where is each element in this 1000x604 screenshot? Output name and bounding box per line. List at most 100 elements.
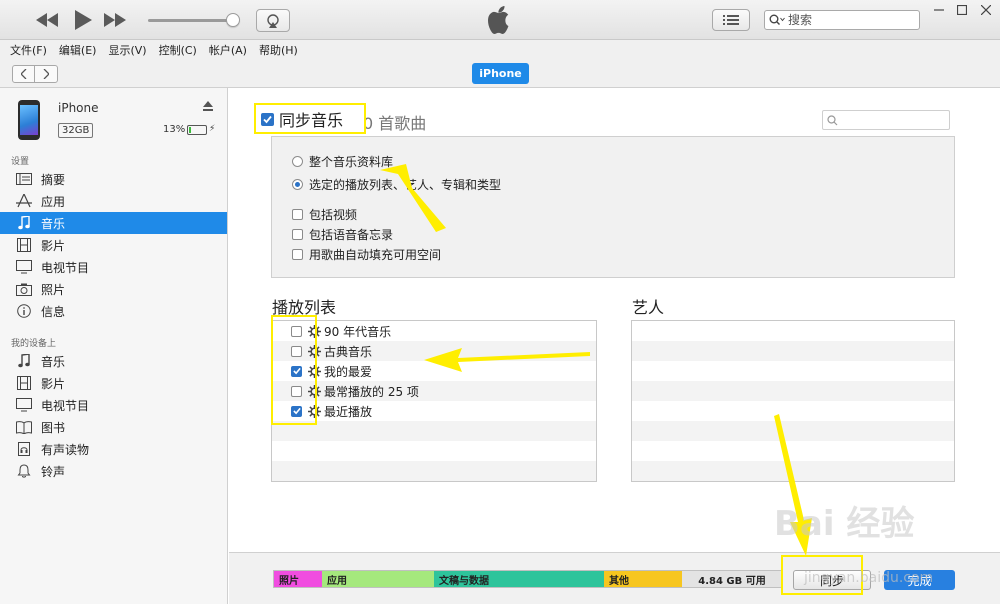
checkbox-icon[interactable] (291, 345, 302, 357)
sidebar-item-device-music[interactable]: 音乐 (0, 350, 227, 372)
sidebar-item-label: 音乐 (41, 216, 66, 231)
fast-forward-button[interactable] (102, 8, 128, 32)
menu-view[interactable]: 显示(V) (108, 42, 146, 58)
playlists-list: 90 年代音乐 古典音乐 我的最爱 最常播放的 25 项 最近播放 (271, 320, 597, 482)
sidebar: iPhone 32GB 13% ⚡ 设置 摘要 应用 音乐 影片 电视节目 照片… (0, 88, 228, 604)
apps-icon (15, 193, 33, 209)
checkbox-checked-icon[interactable] (291, 365, 302, 377)
checkbox-icon[interactable] (291, 325, 302, 337)
autofill-checkbox[interactable]: 用歌曲自动填充可用空间 (292, 246, 441, 263)
minimize-button[interactable] (928, 1, 950, 19)
sidebar-item-music[interactable]: 音乐 (0, 212, 227, 234)
storage-segment-free: 4.84 GB 可用 (682, 571, 782, 587)
playlist-row[interactable]: 古典音乐 (272, 341, 596, 361)
sidebar-item-device-ringtones[interactable]: 铃声 (0, 460, 227, 482)
history-nav (12, 65, 58, 83)
sync-button[interactable]: 同步 (793, 570, 871, 590)
sidebar-item-device-audiobooks[interactable]: 有声读物 (0, 438, 227, 460)
rewind-button[interactable] (34, 8, 60, 32)
empty-row (632, 381, 954, 401)
include-videos-checkbox[interactable]: 包括视频 (292, 206, 357, 223)
radio-entire-library[interactable]: 整个音乐资料库 (292, 153, 393, 170)
search-icon (827, 114, 838, 125)
playlist-label: 最近播放 (324, 404, 373, 419)
done-button[interactable]: 完成 (884, 570, 955, 590)
song-count: 0 首歌曲 (363, 114, 427, 133)
checkbox-icon[interactable] (291, 385, 302, 397)
radio-selected-items[interactable]: 选定的播放列表、艺人、专辑和类型 (292, 176, 501, 193)
back-button[interactable] (13, 66, 36, 82)
search-input[interactable] (788, 13, 908, 27)
volume-slider[interactable] (148, 19, 236, 22)
playlist-row[interactable]: 最常播放的 25 项 (272, 381, 596, 401)
playlist-row[interactable]: 90 年代音乐 (272, 321, 596, 341)
list-icon (723, 15, 739, 25)
close-icon (981, 5, 991, 15)
device-button[interactable]: iPhone (472, 63, 529, 84)
airplay-icon (267, 13, 279, 28)
audiobook-icon (15, 441, 33, 457)
play-button[interactable] (70, 8, 96, 32)
chevron-right-icon (43, 69, 49, 79)
sidebar-item-device-books[interactable]: 图书 (0, 416, 227, 438)
nav-bar: iPhone (0, 60, 1000, 88)
forward-button[interactable] (35, 66, 57, 82)
sidebar-item-label: 铃声 (41, 464, 66, 479)
sidebar-item-apps[interactable]: 应用 (0, 190, 227, 212)
maximize-icon (957, 5, 967, 15)
menu-edit[interactable]: 编辑(E) (59, 42, 97, 58)
bell-icon (15, 463, 33, 479)
sidebar-item-tv[interactable]: 电视节目 (0, 256, 227, 278)
menu-help[interactable]: 帮助(H) (259, 42, 298, 58)
empty-row (632, 341, 954, 361)
tv-icon (15, 259, 33, 275)
sidebar-item-summary[interactable]: 摘要 (0, 168, 227, 190)
playlist-row[interactable]: 我的最爱 (272, 361, 596, 381)
fast-forward-icon (104, 13, 126, 27)
menu-controls[interactable]: 控制(C) (159, 42, 197, 58)
summary-icon (15, 171, 33, 187)
playlist-label: 古典音乐 (324, 344, 373, 359)
playlists-title: 播放列表 (272, 298, 337, 317)
title-bar (0, 0, 1000, 40)
playlist-row[interactable]: 最近播放 (272, 401, 596, 421)
sidebar-item-photos[interactable]: 照片 (0, 278, 227, 300)
footer-bar: 照片 应用 文稿与数据 其他 4.84 GB 可用 同步 完成 (229, 552, 1000, 604)
sidebar-item-label: 影片 (41, 376, 66, 391)
sync-music-checkbox[interactable]: 同步音乐 (261, 107, 343, 131)
sidebar-item-label: 电视节目 (41, 398, 90, 413)
include-voice-memos-checkbox[interactable]: 包括语音备忘录 (292, 226, 393, 243)
menu-account[interactable]: 帐户(A) (209, 42, 247, 58)
sidebar-item-device-movies[interactable]: 影片 (0, 372, 227, 394)
search-field[interactable] (764, 10, 920, 30)
airplay-button[interactable] (256, 9, 290, 32)
volume-knob[interactable] (226, 13, 240, 27)
sidebar-item-info[interactable]: 信息 (0, 300, 227, 322)
music-search-field[interactable] (822, 110, 950, 130)
checkbox-checked-icon (261, 112, 274, 126)
rewind-icon (36, 13, 58, 27)
sidebar-item-label: 摘要 (41, 172, 66, 187)
music-search-input[interactable] (842, 113, 942, 127)
sidebar-item-label: 有声读物 (41, 442, 90, 457)
main-panel: 同步音乐 0 首歌曲 整个音乐资料库 选定的播放列表、艺人、专辑和类型 包括视频… (229, 88, 1000, 604)
battery-percent: 13% (163, 124, 186, 135)
checkbox-icon (292, 229, 303, 240)
menu-bar: 文件(F) 编辑(E) 显示(V) 控制(C) 帐户(A) 帮助(H) (0, 40, 1000, 60)
checkbox-label: 包括视频 (309, 208, 358, 222)
list-view-button[interactable] (712, 9, 750, 31)
close-button[interactable] (975, 1, 997, 19)
apple-logo-icon (488, 6, 509, 34)
sidebar-item-movies[interactable]: 影片 (0, 234, 227, 256)
sidebar-item-label: 音乐 (41, 354, 66, 369)
menu-file[interactable]: 文件(F) (10, 42, 47, 58)
checkbox-icon (292, 209, 303, 220)
charging-icon: ⚡ (209, 124, 216, 134)
sidebar-item-label: 电视节目 (41, 260, 90, 275)
radio-label: 整个音乐资料库 (309, 155, 394, 169)
eject-icon[interactable] (202, 100, 214, 112)
checkbox-checked-icon[interactable] (291, 405, 302, 417)
maximize-button[interactable] (951, 1, 973, 19)
sidebar-item-device-tv[interactable]: 电视节目 (0, 394, 227, 416)
playlist-label: 90 年代音乐 (324, 324, 392, 339)
